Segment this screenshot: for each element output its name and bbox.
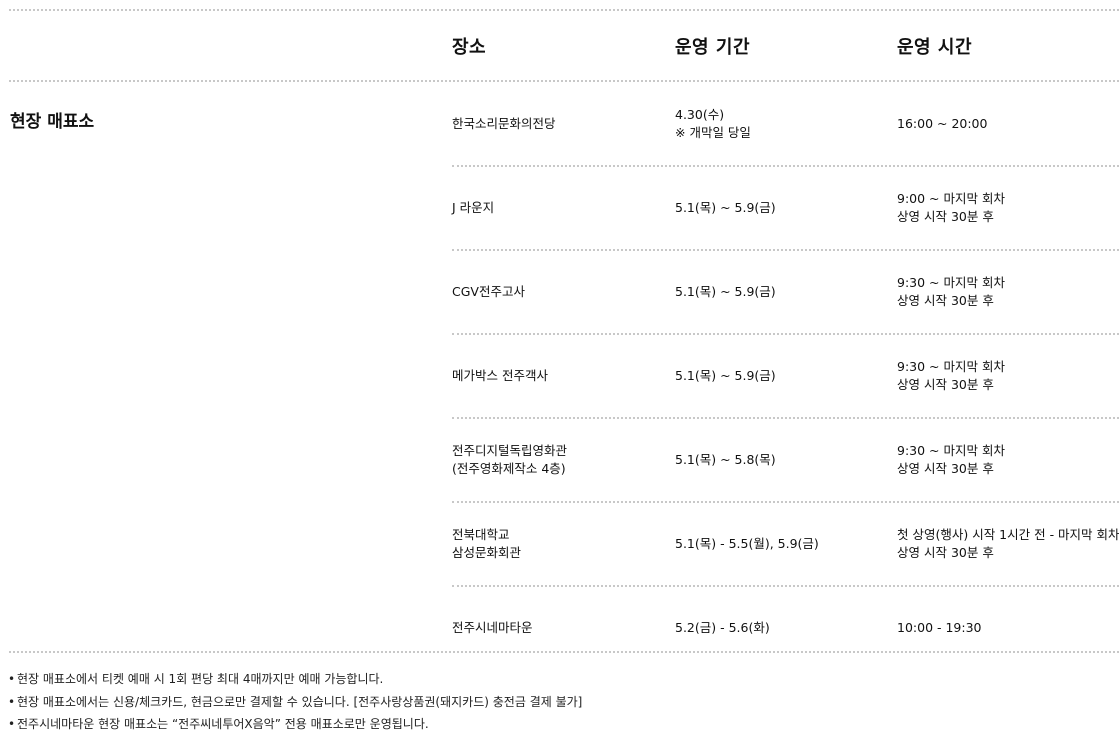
table-row: 메가박스 전주객사 5.1(목) ~ 5.9(금) 9:30 ~ 마지막 회차상영 …: [0, 334, 1119, 418]
cell-period: 5.1(목) ~ 5.8(목): [675, 418, 776, 502]
cell-period: 4.30(수) ※ 개막일 당일: [675, 82, 751, 166]
note-item: • 현장 매표소에서는 신용/체크카드, 현금으로만 결제할 수 있습니다. [전…: [8, 691, 582, 714]
cell-time: 10:00 - 19:30: [897, 586, 982, 670]
cell-place: 전북대학교삼성문화회관: [452, 502, 521, 586]
note-text: 현장 매표소에서 티켓 예매 시 1회 편당 최대 4매까지만 예매 가능합니다…: [17, 672, 384, 686]
cell-period: 5.1(목) ~ 5.9(금): [675, 250, 776, 334]
table-row: 한국소리문화의전당 4.30(수) ※ 개막일 당일 16:00 ~ 20:00: [0, 82, 1119, 166]
cell-period: 5.2(금) - 5.6(화): [675, 586, 770, 670]
cell-place-line: 전북대학교: [452, 527, 510, 542]
cell-time-line: 9:30 ~ 마지막 회차: [897, 359, 1005, 374]
cell-time-line: 상영 시작 30분 후: [897, 209, 994, 224]
cell-place: CGV전주고사: [452, 250, 525, 334]
cell-period-line: 5.1(목) ~ 5.9(금): [675, 284, 776, 299]
cell-time-line: 9:30 ~ 마지막 회차: [897, 443, 1005, 458]
cell-place: 한국소리문화의전당: [452, 82, 556, 166]
cell-time-line: 9:30 ~ 마지막 회차: [897, 275, 1005, 290]
cell-period: 5.1(목) ~ 5.9(금): [675, 166, 776, 250]
cell-time-line: 상영 시작 30분 후: [897, 293, 994, 308]
cell-place-line: (전주영화제작소 4층): [452, 461, 566, 476]
cell-place-line: J 라운지: [452, 200, 495, 215]
cell-time-line: 상영 시작 30분 후: [897, 377, 994, 392]
cell-place: 전주시네마타운: [452, 586, 533, 670]
cell-period-line: 5.1(목) ~ 5.9(금): [675, 200, 776, 215]
cell-period-line: 5.1(목) ~ 5.8(목): [675, 452, 776, 467]
bullet-icon: •: [8, 694, 16, 709]
cell-time: 9:30 ~ 마지막 회차상영 시작 30분 후: [897, 334, 1005, 418]
cell-time-line: 9:00 ~ 마지막 회차: [897, 191, 1005, 206]
table-row: 전주시네마타운 5.2(금) - 5.6(화) 10:00 - 19:30: [0, 586, 1119, 670]
cell-time: 16:00 ~ 20:00: [897, 82, 987, 166]
cell-period-line: 5.2(금) - 5.6(화): [675, 620, 770, 635]
column-header-period: 운영 기간: [675, 37, 751, 58]
table-row: J 라운지 5.1(목) ~ 5.9(금) 9:00 ~ 마지막 회차상영 시작 3…: [0, 166, 1119, 250]
cell-place: 전주디지털독립영화관 (전주영화제작소 4층): [452, 418, 567, 502]
cell-time-line: 상영 시작 30분 후: [897, 461, 994, 476]
cell-time-line: 첫 상영(행사) 시작 1시간 전 - 마지막 회차: [897, 527, 1119, 542]
cell-time: 9:30 ~ 마지막 회차상영 시작 30분 후: [897, 250, 1005, 334]
cell-period-line: ※ 개막일 당일: [675, 125, 751, 140]
cell-time: 9:30 ~ 마지막 회차상영 시작 30분 후: [897, 418, 1005, 502]
table-row: 전북대학교삼성문화회관 5.1(목) - 5.5(월), 5.9(금) 첫 상영(행…: [0, 502, 1119, 586]
cell-time: 9:00 ~ 마지막 회차상영 시작 30분 후: [897, 166, 1005, 250]
cell-time-line: 상영 시작 30분 후: [897, 545, 994, 560]
cell-place-line: CGV전주고사: [452, 284, 525, 299]
cell-place: J 라운지: [452, 166, 494, 250]
cell-place-line: 전주시네마타운: [452, 620, 533, 635]
notes-list: • 현장 매표소에서 티켓 예매 시 1회 편당 최대 4매까지만 예매 가능합니…: [8, 668, 582, 736]
note-text: 전주시네마타운 현장 매표소는 “전주씨네투어X음악” 전용 매표소로만 운영됩…: [17, 717, 429, 731]
note-item: • 전주시네마타운 현장 매표소는 “전주씨네투어X음악” 전용 매표소로만 운영…: [8, 713, 582, 736]
cell-place-line: 메가박스 전주객사: [452, 368, 548, 383]
note-text: 현장 매표소에서는 신용/체크카드, 현금으로만 결제할 수 있습니다. [전주…: [17, 694, 583, 709]
cell-place-line: 한국소리문화의전당: [452, 116, 556, 131]
table-top-border: [9, 9, 1119, 11]
cell-period-line: 5.1(목) - 5.5(월), 5.9(금): [675, 536, 819, 551]
column-header-time: 운영 시간: [897, 37, 973, 58]
cell-time: 첫 상영(행사) 시작 1시간 전 - 마지막 회차상영 시작 30분 후: [897, 502, 1119, 586]
cell-period: 5.1(목) ~ 5.9(금): [675, 334, 776, 418]
table-row: CGV전주고사 5.1(목) ~ 5.9(금) 9:30 ~ 마지막 회차상영 시작…: [0, 250, 1119, 334]
bullet-icon: •: [8, 717, 16, 731]
cell-period-line: 4.30(수): [675, 107, 725, 122]
note-item: • 현장 매표소에서 티켓 예매 시 1회 편당 최대 4매까지만 예매 가능합니…: [8, 668, 582, 691]
table-bottom-border: [9, 651, 1119, 653]
bullet-icon: •: [8, 672, 16, 686]
cell-period-line: 5.1(목) ~ 5.9(금): [675, 368, 776, 383]
cell-place-line: 전주디지털독립영화관: [452, 443, 568, 458]
table-row: 전주디지털독립영화관 (전주영화제작소 4층) 5.1(목) ~ 5.8(목) 9:3…: [0, 418, 1119, 502]
cell-place: 메가박스 전주객사: [452, 334, 548, 418]
column-header-place: 장소: [452, 37, 487, 58]
cell-time-line: 16:00 ~ 20:00: [897, 116, 988, 131]
cell-time-line: 10:00 - 19:30: [897, 620, 982, 635]
cell-period: 5.1(목) - 5.5(월), 5.9(금): [675, 502, 819, 586]
cell-place-line: 삼성문화회관: [452, 545, 522, 560]
